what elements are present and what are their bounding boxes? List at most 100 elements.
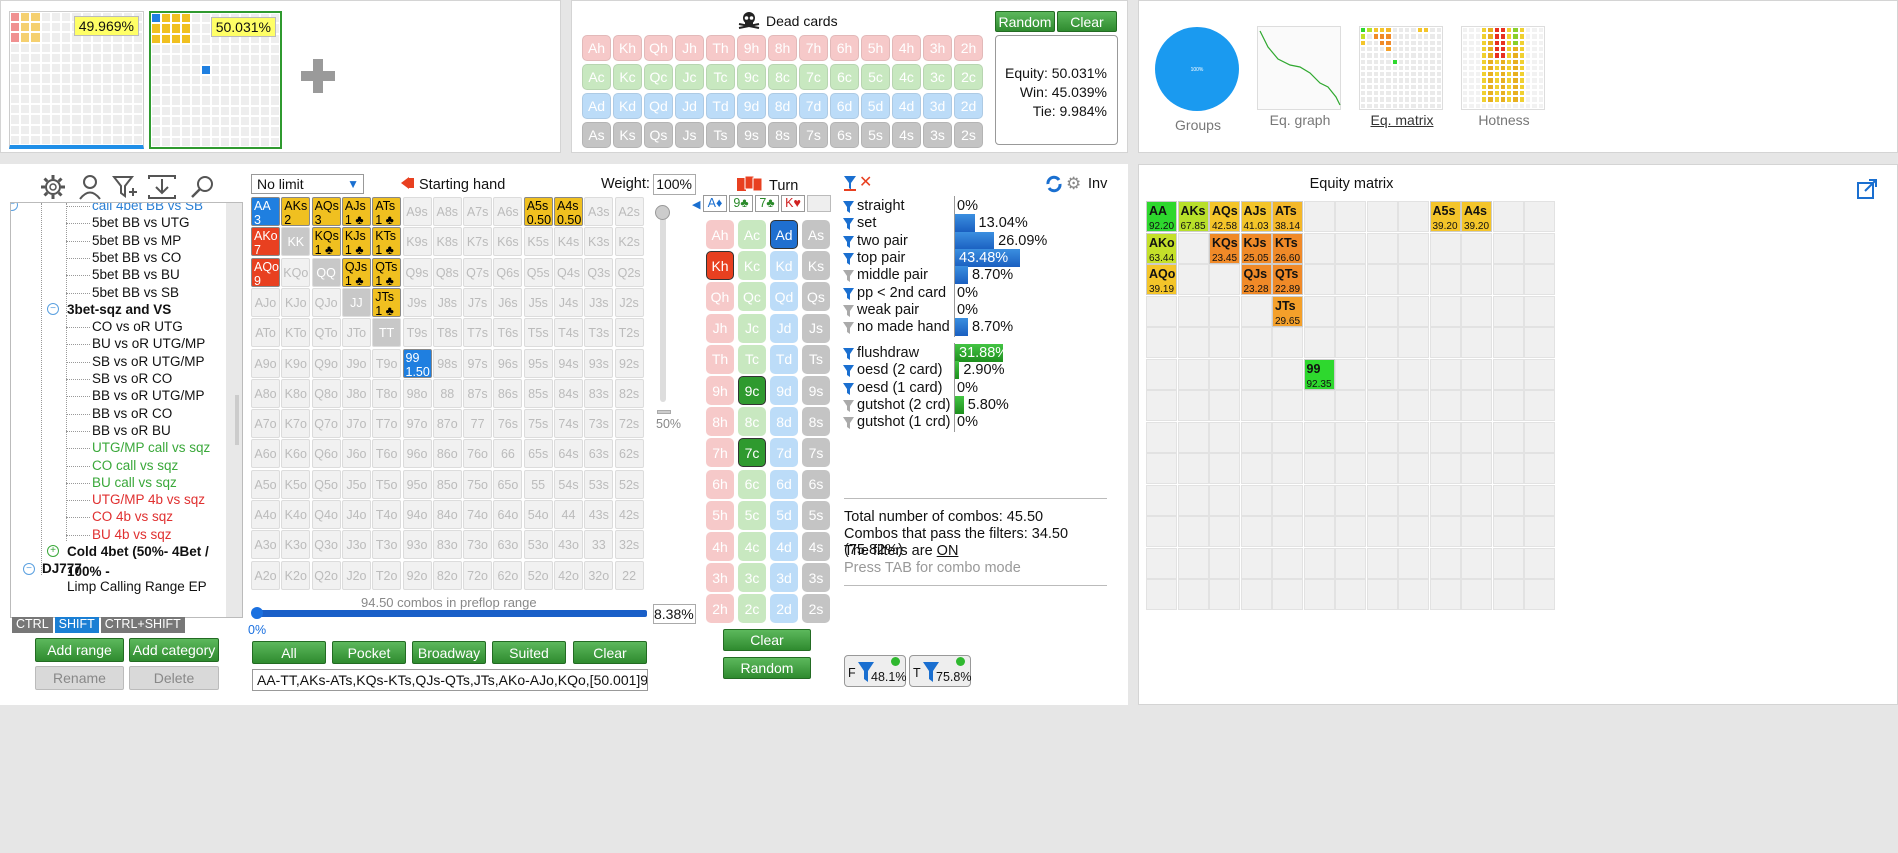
hand-cell[interactable]: 62s: [614, 439, 644, 469]
dead-card[interactable]: 2s: [954, 122, 983, 148]
dead-card[interactable]: 7h: [799, 35, 828, 61]
turn-card[interactable]: 8h: [706, 407, 734, 437]
hand-cell[interactable]: 82s: [614, 378, 644, 408]
hand-cell[interactable]: KK: [281, 227, 311, 257]
board-card[interactable]: 9♣: [729, 195, 753, 212]
hand-cell[interactable]: 97s: [463, 348, 493, 378]
filter-icon[interactable]: [843, 320, 854, 340]
turn-card[interactable]: 4s: [802, 532, 830, 561]
hand-cell[interactable]: AJo: [251, 287, 280, 317]
hand-cell[interactable]: 95s: [523, 348, 553, 378]
weight-input[interactable]: 100%: [653, 174, 696, 195]
hand-cell[interactable]: J3s: [584, 287, 614, 317]
hand-cell[interactable]: 96s: [493, 348, 523, 378]
hand-cell[interactable]: A9o: [251, 348, 280, 378]
dead-card[interactable]: 9h: [737, 35, 766, 61]
equity-cell[interactable]: AKs 67.85: [1177, 201, 1209, 232]
hand-cell[interactable]: T4o: [372, 500, 402, 529]
turn-card[interactable]: 2s: [802, 594, 830, 624]
dead-card[interactable]: 8h: [768, 35, 797, 61]
combos-progress-handle[interactable]: [251, 607, 263, 619]
dead-card[interactable]: 4h: [892, 35, 921, 61]
settings-gear-icon[interactable]: ⚙: [1066, 175, 1081, 192]
equity-cell[interactable]: AJs 41.03: [1240, 201, 1272, 232]
hand-cell[interactable]: 77: [463, 409, 493, 439]
hand-cell[interactable]: J5o: [341, 469, 371, 499]
turn-card[interactable]: 3c: [738, 563, 766, 593]
user-icon[interactable]: [78, 174, 102, 203]
hand-cell[interactable]: J9o: [341, 348, 371, 378]
hand-cell[interactable]: 86s: [493, 378, 523, 408]
turn-card[interactable]: 7c: [738, 438, 766, 468]
hand-cell[interactable]: 86o: [432, 439, 462, 469]
hand-cell[interactable]: AKo 7: [251, 227, 280, 257]
hand-cell[interactable]: Q3o: [311, 530, 341, 560]
hand-cell[interactable]: 88: [432, 378, 462, 408]
hand-cell[interactable]: TT: [372, 318, 402, 348]
hand-cell[interactable]: 87s: [463, 378, 493, 408]
limit-select[interactable]: No limit ▼: [251, 174, 364, 194]
hand-cell[interactable]: J4o: [341, 500, 371, 529]
hand-cell[interactable]: 94o: [402, 500, 432, 529]
hand-cell[interactable]: J8s: [432, 287, 462, 317]
hand-cell[interactable]: T5s: [523, 318, 553, 348]
hand-cell[interactable]: T2o: [372, 560, 402, 590]
dead-card[interactable]: Th: [706, 35, 735, 61]
pocket-button[interactable]: Pocket: [332, 641, 406, 664]
turn-card[interactable]: As: [802, 220, 830, 249]
turn-card[interactable]: Jd: [770, 313, 798, 343]
hand-cell[interactable]: 92s: [614, 348, 644, 378]
hand-cell[interactable]: KTs 1 ♣: [372, 227, 402, 257]
hand-cell[interactable]: T9s: [402, 318, 432, 348]
hand-cell[interactable]: 63o: [493, 530, 523, 560]
hand-cell[interactable]: A4o: [251, 500, 280, 529]
range-text-input[interactable]: AA-TT,AKs-ATs,KQs-KTs,QJs-QTs,JTs,AKo-AJ…: [252, 669, 648, 691]
turn-card[interactable]: Qc: [738, 282, 766, 312]
hand-cell[interactable]: Q2o: [311, 560, 341, 590]
hand-cell[interactable]: K2o: [281, 560, 311, 590]
hand-cell[interactable]: A4s 0.50: [554, 197, 583, 226]
f-filter-badge[interactable]: F 48.1%: [844, 655, 906, 687]
turn-card[interactable]: 3h: [706, 563, 734, 593]
turn-card[interactable]: 8s: [802, 407, 830, 437]
hand-cell[interactable]: 32s: [614, 530, 644, 560]
hand-cell[interactable]: 92o: [402, 560, 432, 590]
hand-cell[interactable]: KJo: [281, 287, 311, 317]
dead-card[interactable]: 4s: [892, 122, 921, 148]
turn-card[interactable]: 9s: [802, 376, 830, 405]
gear-icon[interactable]: [40, 174, 66, 203]
hand-cell[interactable]: A2o: [251, 560, 280, 590]
hand-cell[interactable]: KQs 1 ♣: [311, 227, 341, 257]
turn-card[interactable]: Tc: [738, 344, 766, 374]
hand-cell[interactable]: T8o: [372, 378, 402, 408]
hand-cell[interactable]: 73o: [463, 530, 493, 560]
dead-card[interactable]: Qs: [644, 122, 673, 148]
equity-cell[interactable]: A5s 39.20: [1429, 201, 1461, 232]
dead-card[interactable]: 9s: [737, 122, 766, 148]
turn-card[interactable]: Qd: [770, 282, 798, 312]
hand-cell[interactable]: 62o: [493, 560, 523, 590]
dead-card[interactable]: 3c: [923, 64, 952, 90]
tree-collapse-toggle-2[interactable]: −: [47, 303, 59, 315]
hand-cell[interactable]: 84s: [554, 378, 583, 408]
hand-cell[interactable]: K8s: [432, 227, 462, 257]
filters-state[interactable]: ON: [937, 543, 959, 559]
dead-card[interactable]: Jd: [675, 93, 704, 119]
refresh-icon[interactable]: [1045, 175, 1063, 196]
add-category-button[interactable]: Add category: [129, 638, 219, 662]
hand-cell[interactable]: AQo 9: [251, 257, 280, 287]
hand-cell[interactable]: 83o: [432, 530, 462, 560]
dead-card[interactable]: 3d: [923, 93, 952, 119]
turn-card[interactable]: 4c: [738, 532, 766, 561]
hand-cell[interactable]: 93o: [402, 530, 432, 560]
hand-cell[interactable]: A7o: [251, 409, 280, 439]
clear-range-button[interactable]: Clear: [573, 641, 647, 664]
turn-card[interactable]: 3s: [802, 563, 830, 593]
hand-cell[interactable]: Q8s: [432, 257, 462, 287]
hand-cell[interactable]: J9s: [402, 287, 432, 317]
turn-card[interactable]: Ts: [802, 344, 830, 374]
inv-label[interactable]: Inv: [1088, 176, 1107, 192]
hand-cell[interactable]: QTs 1 ♣: [372, 257, 402, 287]
hand-cell[interactable]: J2o: [341, 560, 371, 590]
hand-cell[interactable]: 54s: [554, 469, 583, 499]
